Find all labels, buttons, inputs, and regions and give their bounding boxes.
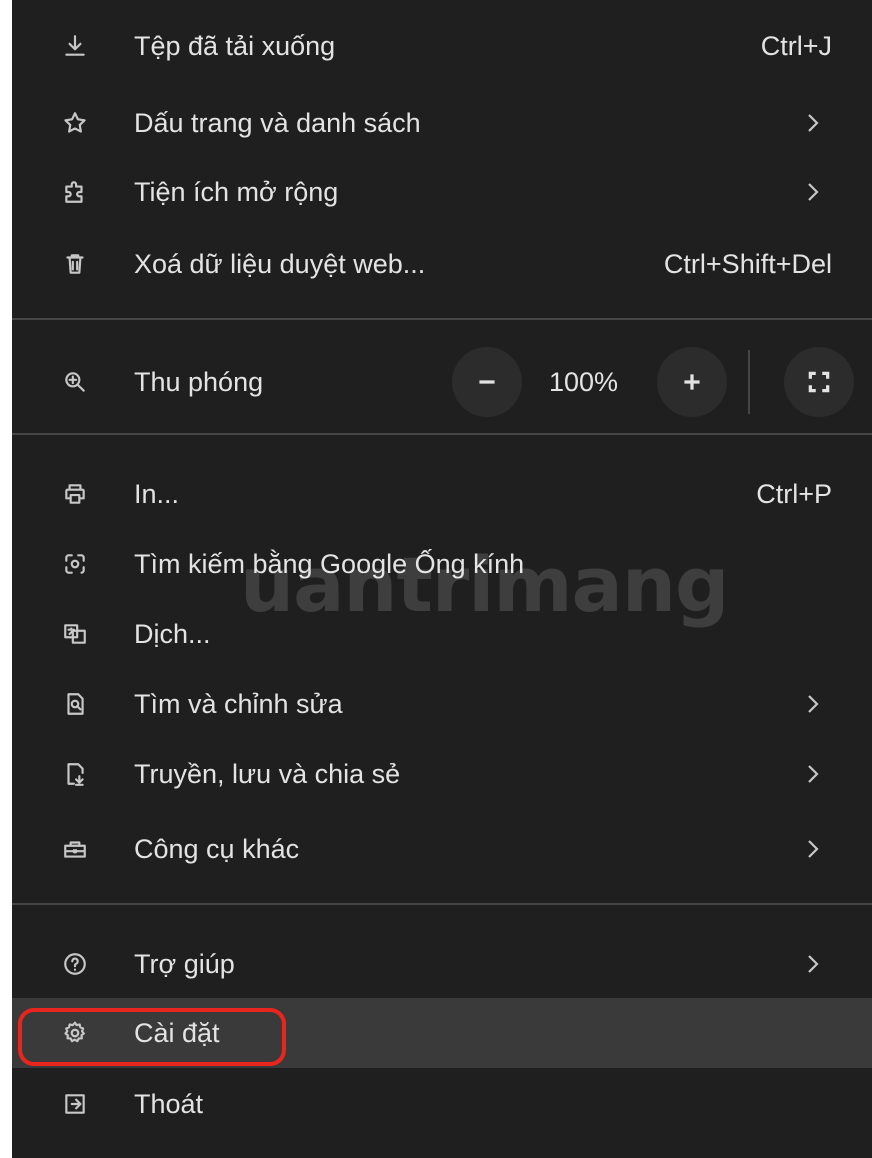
help-icon [62,951,88,977]
lens-icon [62,551,88,577]
chevron-right-icon [806,692,820,716]
shortcut-text: Ctrl+Shift+Del [663,248,832,279]
chevron-right-icon [806,180,820,204]
menu-item-cast-save-share[interactable]: Truyền, lưu và chia sẻ [12,740,872,808]
menu-item-label: Tìm và chỉnh sửa [134,688,343,719]
zoom-level: 100% [549,366,619,397]
menu-item-label: In... [134,478,180,509]
menu-item-label: Tìm kiếm bằng Google Ống kính [134,548,525,579]
chevron-right-icon [806,837,820,861]
divider [12,903,872,905]
zoom-out-button[interactable] [452,347,522,417]
menu-item-more-tools[interactable]: Công cụ khác [12,815,872,883]
menu-item-label: Tiện ích mở rộng [134,176,339,207]
menu-item-find-and-edit[interactable]: Tìm và chỉnh sửa [12,670,872,738]
menu-item-clear-browsing-data[interactable]: Xoá dữ liệu duyệt web... Ctrl+Shift+Del [12,230,872,298]
zoom-icon [62,369,88,395]
menu-item-label: Thu phóng [134,366,264,397]
shortcut-text: Ctrl+J [760,30,832,61]
menu-item-downloads[interactable]: Tệp đã tải xuống Ctrl+J [12,12,872,80]
menu-item-exit[interactable]: Thoát [12,1070,872,1138]
puzzle-icon [62,179,88,205]
annotation-highlight-box [18,1008,286,1066]
translate-icon [62,621,88,647]
toolbox-icon [62,836,88,862]
divider [12,433,872,435]
menu-item-label: Tệp đã tải xuống [134,30,336,61]
menu-item-label: Truyền, lưu và chia sẻ [134,758,401,789]
menu-item-label: Thoát [134,1088,204,1119]
menu-item-translate[interactable]: Dịch... [12,600,872,668]
menu-item-label: Công cụ khác [134,833,300,864]
download-icon [62,33,88,59]
plus-icon [684,374,700,390]
zoom-in-button[interactable] [657,347,727,417]
chevron-right-icon [806,762,820,786]
printer-icon [62,481,88,507]
chevron-right-icon [806,111,820,135]
menu-item-label: Dịch... [134,618,211,649]
exit-icon [62,1091,88,1117]
star-icon [62,110,88,136]
menu-item-zoom: Thu phóng 100% [12,334,872,430]
menu-item-help[interactable]: Trợ giúp [12,930,872,998]
menu-item-extensions[interactable]: Tiện ích mở rộng [12,158,872,226]
fullscreen-icon [808,371,830,393]
minus-icon [479,380,495,384]
menu-item-label: Dấu trang và danh sách [134,107,421,138]
chrome-menu: Tệp đã tải xuống Ctrl+J Dấu trang và dan… [12,0,872,1158]
find-page-icon [62,691,88,717]
menu-item-print[interactable]: In... Ctrl+P [12,460,872,528]
menu-item-label: Trợ giúp [134,948,235,979]
fullscreen-button[interactable] [784,347,854,417]
trash-icon [62,251,88,277]
chevron-right-icon [806,952,820,976]
menu-item-bookmarks[interactable]: Dấu trang và danh sách [12,89,872,157]
divider [12,318,872,320]
menu-item-label: Xoá dữ liệu duyệt web... [134,248,426,279]
menu-item-google-lens[interactable]: Tìm kiếm bằng Google Ống kính [12,530,872,598]
shortcut-text: Ctrl+P [756,478,832,509]
cast-save-icon [62,761,88,787]
zoom-divider [748,350,750,414]
